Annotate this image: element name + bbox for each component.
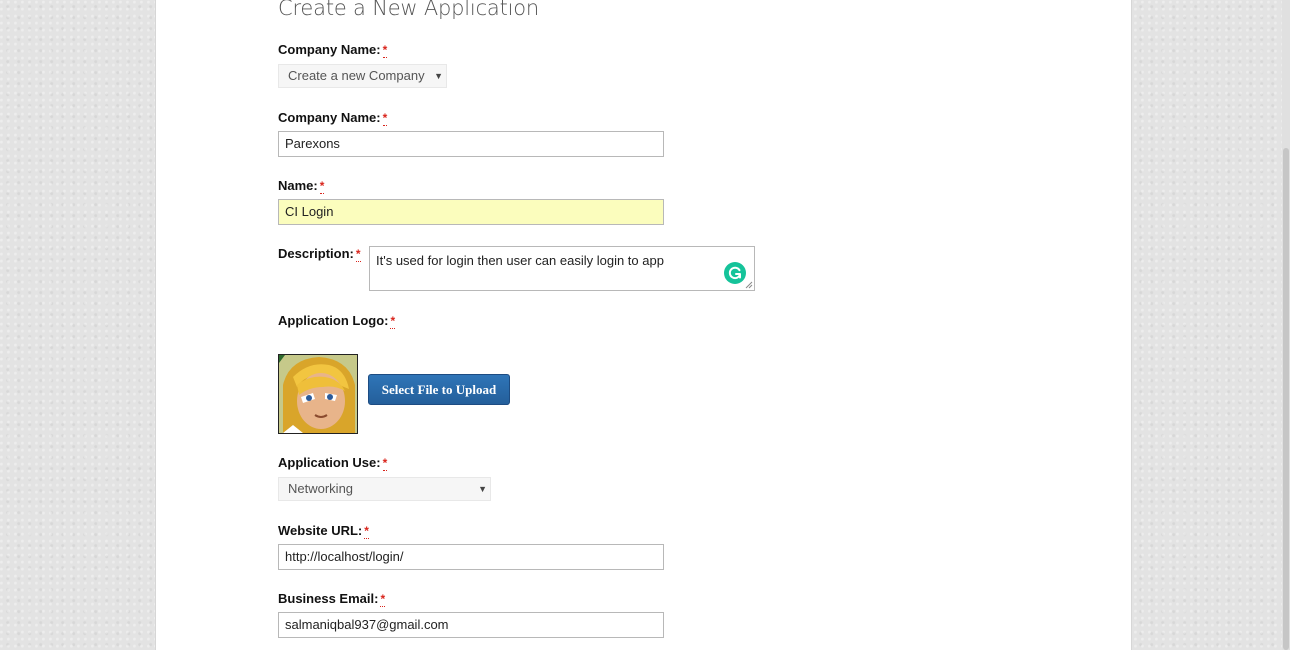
application-logo-image xyxy=(278,354,358,434)
required-marker: * xyxy=(382,111,388,126)
logo-label-text: Application Logo: xyxy=(278,313,389,328)
application-use-value: Networking xyxy=(288,481,354,496)
select-file-upload-button[interactable]: Select File to Upload xyxy=(368,374,510,405)
company-name-label-text: Company Name: xyxy=(278,110,381,125)
company-select-value: Create a new Company xyxy=(288,68,425,83)
required-marker: * xyxy=(355,247,361,262)
company-name-label: Company Name: * xyxy=(278,110,388,126)
chevron-down-icon: ▼ xyxy=(434,71,443,81)
name-input[interactable]: CI Login xyxy=(278,199,664,225)
page-title: Create a New Application xyxy=(278,0,540,20)
required-marker: * xyxy=(390,314,396,329)
logo-label: Application Logo: * xyxy=(278,313,396,329)
company-select-label-text: Company Name: xyxy=(278,42,381,57)
grammarly-icon[interactable] xyxy=(724,262,746,284)
company-select-label: Company Name: * xyxy=(278,42,388,58)
website-url-label-text: Website URL: xyxy=(278,523,363,538)
resize-handle-icon[interactable] xyxy=(745,281,753,289)
website-url-input[interactable]: http://localhost/login/ xyxy=(278,544,664,570)
description-label-text: Description: xyxy=(278,246,354,261)
required-marker: * xyxy=(382,456,388,471)
business-email-label-text: Business Email: xyxy=(278,591,379,606)
required-marker: * xyxy=(319,179,325,194)
application-use-select[interactable]: Networking ▼ xyxy=(278,477,491,501)
business-email-input[interactable]: salmaniqbal937@gmail.com xyxy=(278,612,664,638)
description-textarea[interactable]: It's used for login then user can easily… xyxy=(369,246,755,291)
chevron-down-icon: ▼ xyxy=(478,484,487,494)
application-use-label-text: Application Use: xyxy=(278,455,381,470)
website-url-label: Website URL: * xyxy=(278,523,369,539)
description-text: It's used for login then user can easily… xyxy=(376,253,664,268)
name-label: Name: * xyxy=(278,178,325,194)
company-name-input[interactable]: Parexons xyxy=(278,131,664,157)
scrollbar-thumb[interactable] xyxy=(1283,148,1289,650)
required-marker: * xyxy=(382,43,388,58)
application-use-label: Application Use: * xyxy=(278,455,388,471)
name-label-text: Name: xyxy=(278,178,318,193)
description-label: Description: * xyxy=(278,246,361,262)
company-select[interactable]: Create a new Company ▼ xyxy=(278,64,447,88)
required-marker: * xyxy=(364,524,369,539)
business-email-label: Business Email: * xyxy=(278,591,386,607)
required-marker: * xyxy=(380,592,386,607)
